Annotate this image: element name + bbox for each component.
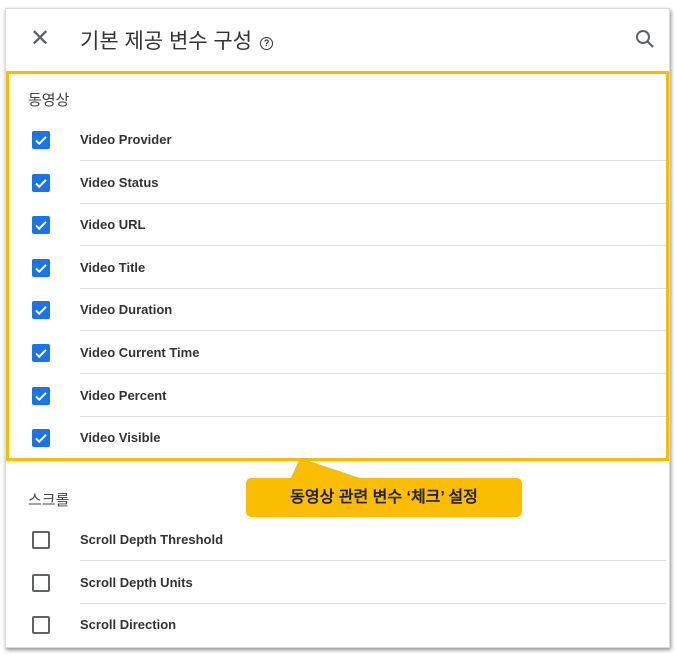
item-label: Scroll Depth Units <box>80 574 193 590</box>
close-icon[interactable]: ✕ <box>30 27 50 51</box>
video-section-highlight <box>6 71 669 461</box>
section-label: 스크롤 <box>28 492 70 509</box>
list-item[interactable]: Scroll Direction <box>6 604 666 646</box>
item-label: Scroll Direction <box>80 617 177 633</box>
checkbox[interactable] <box>32 616 50 635</box>
title-text: 기본 제공 변수 구성 <box>80 30 253 53</box>
list-item[interactable]: Scroll Depth Threshold <box>6 519 666 561</box>
callout-annotation: 동영상 관련 변수 ‘체크’ 설정 <box>246 478 522 517</box>
search-icon[interactable] <box>635 29 655 54</box>
page-title: 기본 제공 변수 구성? <box>80 25 274 55</box>
checkbox[interactable] <box>32 531 50 549</box>
list-item[interactable]: Scroll Depth Units <box>6 562 666 604</box>
item-label: Scroll Depth Threshold <box>80 532 224 547</box>
help-circle-icon[interactable]: ? <box>260 37 274 50</box>
checkbox[interactable] <box>32 573 50 592</box>
configure-builtin-variables-panel: ✕ 기본 제공 변수 구성? 동영상 Video Provider Video St… <box>5 8 670 648</box>
panel-header: ✕ 기본 제공 변수 구성? <box>6 9 669 71</box>
